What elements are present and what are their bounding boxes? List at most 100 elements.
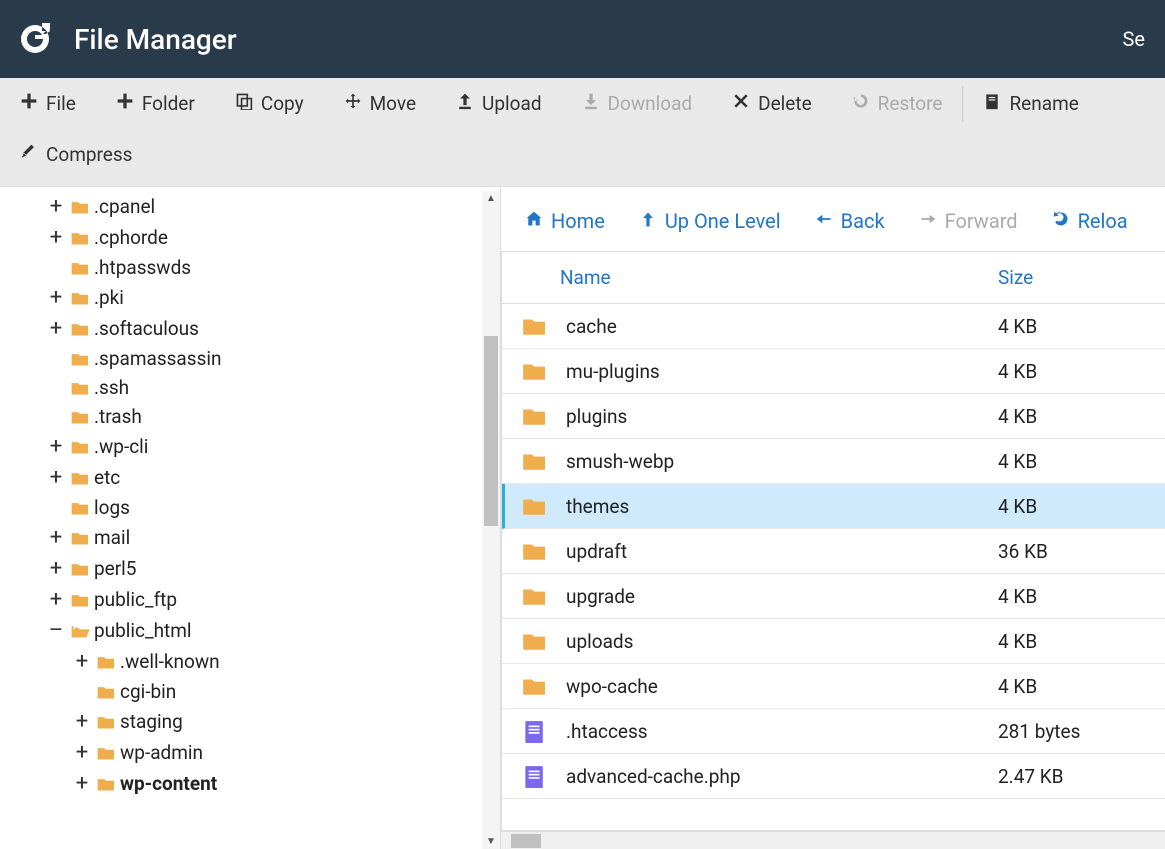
tree-label: .pki bbox=[94, 286, 124, 309]
table-row[interactable]: uploads4 KB bbox=[502, 619, 1165, 664]
column-name[interactable]: Name bbox=[518, 266, 998, 289]
tree-node-publichtml[interactable]: – public_html bbox=[8, 615, 482, 646]
horizontal-scrollbar[interactable] bbox=[501, 831, 1165, 849]
tree-node-wpcontent[interactable]: + wp-content bbox=[8, 768, 482, 799]
file-name: .htaccess bbox=[548, 720, 998, 743]
home-icon bbox=[525, 209, 543, 233]
expand-icon[interactable]: + bbox=[48, 225, 64, 250]
toolbar-label: Folder bbox=[142, 92, 195, 115]
expand-icon[interactable]: + bbox=[48, 194, 64, 219]
expand-icon[interactable]: + bbox=[48, 465, 64, 490]
table-row[interactable]: wpo-cache4 KB bbox=[502, 664, 1165, 709]
tree-node-publicftp[interactable]: +public_ftp bbox=[8, 584, 482, 615]
expand-icon[interactable]: + bbox=[74, 709, 90, 734]
file-name: upgrade bbox=[548, 585, 998, 608]
rename-button[interactable]: Rename bbox=[963, 78, 1098, 129]
table-row[interactable]: smush-webp4 KB bbox=[502, 439, 1165, 484]
download-button: Download bbox=[562, 78, 713, 129]
tree-node-trash[interactable]: .trash bbox=[8, 402, 482, 431]
tree-node-wpcli[interactable]: +.wp-cli bbox=[8, 431, 482, 462]
folder-icon bbox=[68, 350, 90, 368]
folder-tree: +.cpanel+.cphorde.htpasswds + .pki +.softac… bbox=[0, 191, 482, 799]
tree-label: .spamassassin bbox=[94, 347, 222, 370]
tree-node-cpanel[interactable]: +.cpanel bbox=[8, 191, 482, 222]
tree-node-logs[interactable]: logs bbox=[8, 493, 482, 522]
back-button[interactable]: Back bbox=[815, 209, 885, 233]
nav-label: Reloa bbox=[1078, 209, 1128, 233]
expand-icon[interactable]: + bbox=[48, 434, 64, 459]
scroll-up-icon[interactable]: ▲ bbox=[486, 191, 496, 206]
folder-icon bbox=[518, 314, 548, 338]
file-size: 4 KB bbox=[998, 675, 1138, 698]
file-size: 4 KB bbox=[998, 630, 1138, 653]
delete-button[interactable]: Delete bbox=[712, 78, 832, 129]
folder-icon bbox=[68, 591, 90, 609]
tree-node-spamassassin[interactable]: .spamassassin bbox=[8, 344, 482, 373]
tree-node-staging[interactable]: +staging bbox=[8, 706, 482, 737]
back-icon bbox=[815, 209, 833, 233]
compress-button[interactable]: Compress bbox=[0, 129, 152, 180]
tree-node-softaculous[interactable]: +.softaculous bbox=[8, 313, 482, 344]
expand-icon[interactable]: + bbox=[48, 525, 64, 550]
tree-node-wpadmin[interactable]: +wp-admin bbox=[8, 737, 482, 768]
folder-button[interactable]: Folder bbox=[96, 78, 215, 129]
table-row[interactable]: cache4 KB bbox=[502, 304, 1165, 349]
tree-node-cphorde[interactable]: +.cphorde bbox=[8, 222, 482, 253]
expand-icon[interactable]: + bbox=[48, 285, 64, 310]
expand-icon[interactable]: – bbox=[48, 618, 64, 643]
folder-icon bbox=[94, 683, 116, 701]
restore-icon bbox=[852, 92, 870, 115]
hscroll-thumb[interactable] bbox=[511, 834, 541, 848]
file-name: wpo-cache bbox=[548, 675, 998, 698]
expand-icon[interactable]: + bbox=[74, 649, 90, 674]
scroll-down-icon[interactable]: ▼ bbox=[486, 834, 496, 849]
folder-icon bbox=[518, 584, 548, 608]
expand-icon[interactable]: + bbox=[48, 556, 64, 581]
tree-label: wp-content bbox=[120, 772, 217, 795]
tree-node-pki[interactable]: + .pki bbox=[8, 282, 482, 313]
table-header: Name Size bbox=[502, 252, 1165, 304]
table-row[interactable]: upgrade4 KB bbox=[502, 574, 1165, 619]
scroll-thumb[interactable] bbox=[484, 336, 498, 526]
column-size[interactable]: Size bbox=[998, 266, 1138, 289]
table-row[interactable]: themes4 KB bbox=[502, 484, 1165, 529]
home-button[interactable]: Home bbox=[525, 209, 605, 233]
folder-icon bbox=[94, 653, 116, 671]
expand-icon[interactable]: + bbox=[74, 740, 90, 765]
up-icon bbox=[639, 209, 657, 233]
forward-icon bbox=[919, 209, 937, 233]
tree-label: logs bbox=[94, 496, 130, 519]
table-row[interactable]: mu-plugins4 KB bbox=[502, 349, 1165, 394]
folder-open-icon bbox=[68, 622, 90, 640]
tree-node-htpasswds[interactable]: .htpasswds bbox=[8, 253, 482, 282]
copy-button[interactable]: Copy bbox=[215, 78, 324, 129]
file-button[interactable]: File bbox=[0, 78, 96, 129]
expand-icon[interactable]: + bbox=[48, 316, 64, 341]
tree-node-perl5[interactable]: +perl5 bbox=[8, 553, 482, 584]
move-button[interactable]: Move bbox=[324, 78, 436, 129]
tree-node-wellknown[interactable]: +.well-known bbox=[8, 646, 482, 677]
tree-node-etc[interactable]: +etc bbox=[8, 462, 482, 493]
tree-label: public_html bbox=[94, 619, 192, 642]
expand-icon[interactable]: + bbox=[74, 771, 90, 796]
up-one-level-button[interactable]: Up One Level bbox=[639, 209, 781, 233]
tree-node-mail[interactable]: +mail bbox=[8, 522, 482, 553]
rename-icon bbox=[983, 92, 1001, 115]
folder-icon bbox=[518, 629, 548, 653]
delete-icon bbox=[732, 92, 750, 115]
tree-node-ssh[interactable]: .ssh bbox=[8, 373, 482, 402]
table-row[interactable]: advanced-cache.php2.47 KB bbox=[502, 754, 1165, 799]
folder-icon bbox=[68, 229, 90, 247]
cpanel-icon bbox=[20, 19, 60, 59]
expand-icon[interactable]: + bbox=[48, 587, 64, 612]
table-row[interactable]: .htaccess281 bytes bbox=[502, 709, 1165, 754]
move-icon bbox=[344, 92, 362, 115]
file-size: 4 KB bbox=[998, 450, 1138, 473]
tree-node-cgibin[interactable]: cgi-bin bbox=[8, 677, 482, 706]
folder-icon bbox=[68, 499, 90, 517]
sidebar-scrollbar[interactable]: ▲ ▼ bbox=[482, 191, 500, 849]
table-row[interactable]: updraft36 KB bbox=[502, 529, 1165, 574]
upload-button[interactable]: Upload bbox=[436, 78, 562, 129]
table-row[interactable]: plugins4 KB bbox=[502, 394, 1165, 439]
reloa-button[interactable]: Reloa bbox=[1052, 209, 1128, 233]
